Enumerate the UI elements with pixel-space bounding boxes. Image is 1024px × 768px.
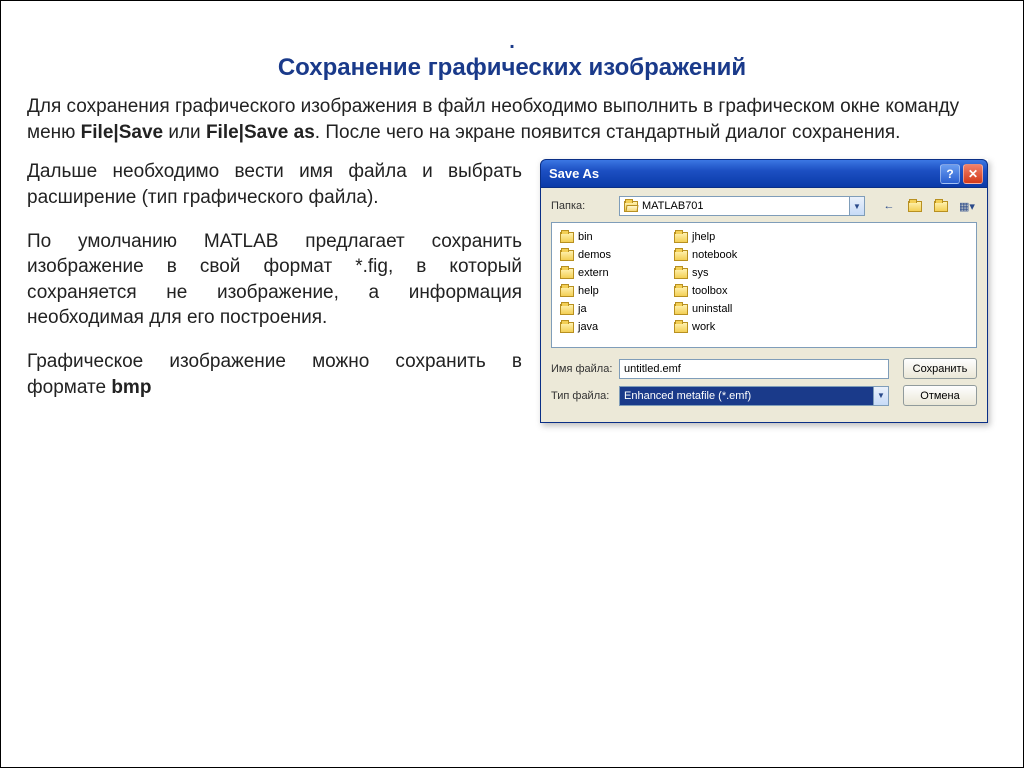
list-item[interactable]: sys	[674, 265, 758, 281]
list-item[interactable]: demos	[560, 247, 644, 263]
folder-label: Папка:	[551, 200, 613, 212]
intro-mid: или	[163, 122, 206, 143]
list-item[interactable]: jhelp	[674, 229, 758, 245]
intro-suffix: . После чего на экране появится стандарт…	[315, 122, 901, 143]
folder-up-icon	[908, 201, 922, 212]
folder-icon	[560, 232, 574, 243]
close-button[interactable]: ✕	[963, 164, 983, 184]
list-item[interactable]: work	[674, 319, 758, 335]
cancel-button[interactable]: Отмена	[903, 385, 977, 406]
save-button[interactable]: Сохранить	[903, 358, 977, 379]
list-item[interactable]: extern	[560, 265, 644, 281]
new-folder-button[interactable]	[931, 196, 951, 216]
folder-icon	[674, 304, 688, 315]
paragraph-1: Дальше необходимо вести имя файла и выбр…	[27, 159, 522, 210]
up-folder-button[interactable]	[905, 196, 925, 216]
intro-bold1: File|Save	[81, 122, 163, 143]
list-item[interactable]: java	[560, 319, 644, 335]
dialog-title: Save As	[549, 166, 599, 181]
new-folder-icon	[934, 201, 948, 212]
file-list[interactable]: bin demos extern help ja java jhelp note…	[551, 222, 977, 348]
list-item[interactable]: toolbox	[674, 283, 758, 299]
paragraph-2: По умолчанию MATLAB предлагает сохранить…	[27, 229, 522, 332]
folder-icon	[560, 268, 574, 279]
para3-bold: bmp	[111, 377, 151, 398]
chevron-down-icon[interactable]: ▼	[873, 387, 888, 405]
intro-paragraph: Для сохранения графического изображения …	[21, 94, 1003, 159]
page-title: Сохранение графических изображений	[21, 54, 1003, 82]
folder-icon	[560, 250, 574, 261]
paragraph-3: Графическое изображение можно сохранить …	[27, 349, 522, 400]
folder-icon	[674, 232, 688, 243]
list-item[interactable]: help	[560, 283, 644, 299]
folder-icon	[560, 286, 574, 297]
filename-label: Имя файла:	[551, 363, 613, 375]
folder-combo[interactable]: MATLAB701 ▼	[619, 196, 865, 216]
folder-icon	[674, 322, 688, 333]
folder-value: MATLAB701	[642, 200, 704, 212]
folder-icon	[674, 286, 688, 297]
list-item[interactable]: ja	[560, 301, 644, 317]
filetype-value: Enhanced metafile (*.emf)	[624, 390, 751, 402]
filetype-label: Тип файла:	[551, 390, 613, 402]
title-dot: .	[21, 31, 1003, 54]
dialog-titlebar[interactable]: Save As ? ✕	[540, 159, 988, 187]
text-column: Дальше необходимо вести имя файла и выбр…	[27, 159, 522, 423]
list-item[interactable]: notebook	[674, 247, 758, 263]
folder-icon	[674, 250, 688, 261]
filename-input[interactable]: untitled.emf	[619, 359, 889, 379]
list-item[interactable]: bin	[560, 229, 644, 245]
chevron-down-icon[interactable]: ▼	[849, 197, 864, 215]
folder-open-icon	[624, 201, 638, 212]
para3-text: Графическое изображение можно сохранить …	[27, 351, 522, 398]
list-item[interactable]: uninstall	[674, 301, 758, 317]
filetype-combo[interactable]: Enhanced metafile (*.emf) ▼	[619, 386, 889, 406]
folder-icon	[674, 268, 688, 279]
back-button[interactable]: ←	[879, 196, 899, 216]
save-as-dialog: Save As ? ✕ Папка: MATLAB701 ▼ ←	[540, 159, 988, 423]
folder-icon	[560, 304, 574, 315]
view-menu-button[interactable]: ▦▾	[957, 196, 977, 216]
folder-icon	[560, 322, 574, 333]
help-button[interactable]: ?	[940, 164, 960, 184]
intro-bold2: File|Save as	[206, 122, 315, 143]
